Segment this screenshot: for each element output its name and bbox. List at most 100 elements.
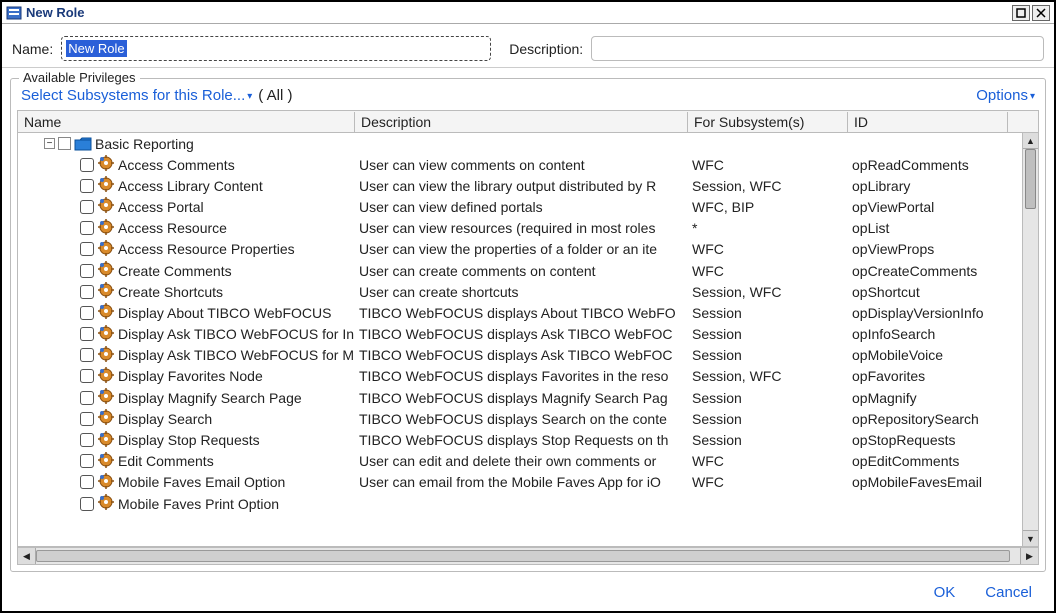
col-header-id[interactable]: ID xyxy=(848,112,1008,132)
table-body: − Basic Reporting Access Comments User ca… xyxy=(18,133,1038,546)
privilege-row[interactable]: Display About TIBCO WebFOCUSTIBCO WebFOC… xyxy=(18,302,1022,323)
col-header-name[interactable]: Name xyxy=(18,112,355,132)
description-input[interactable] xyxy=(591,36,1044,61)
fieldset-legend: Available Privileges xyxy=(19,70,140,85)
name-input[interactable]: New Role xyxy=(61,36,491,61)
privilege-checkbox[interactable] xyxy=(80,369,94,383)
privilege-checkbox[interactable] xyxy=(80,327,94,341)
privilege-checkbox[interactable] xyxy=(80,221,94,235)
privilege-name: Display Ask TIBCO WebFOCUS for In xyxy=(118,326,354,342)
privilege-description: User can view the library output distrib… xyxy=(355,178,688,194)
ok-button[interactable]: OK xyxy=(934,584,956,601)
privilege-description: User can view comments on content xyxy=(355,157,688,173)
privilege-checkbox[interactable] xyxy=(80,412,94,426)
options-dropdown[interactable]: Options xyxy=(976,87,1035,104)
privilege-row[interactable]: Mobile Faves Email Option User can email … xyxy=(18,472,1022,493)
privilege-icon xyxy=(98,409,114,428)
privilege-row[interactable]: Access ResourceUser can view resources (… xyxy=(18,218,1022,239)
privilege-name: Access Resource xyxy=(118,220,227,236)
scroll-thumb-vertical[interactable] xyxy=(1025,149,1036,209)
col-header-description[interactable]: Description xyxy=(355,112,688,132)
privilege-name: Access Comments xyxy=(118,157,235,173)
privileges-toolbar: Select Subsystems for this Role... ( All… xyxy=(11,79,1045,108)
privilege-name: Create Comments xyxy=(118,263,232,279)
privilege-row[interactable]: Display Magnify Search PageTIBCO WebFOCU… xyxy=(18,387,1022,408)
scroll-right-button[interactable]: ▶ xyxy=(1020,548,1038,564)
privilege-id: opStopRequests xyxy=(848,432,1008,448)
privilege-id: opLibrary xyxy=(848,178,1008,194)
privilege-name: Display Stop Requests xyxy=(118,432,260,448)
tree-collapse-icon[interactable]: − xyxy=(44,138,55,149)
horizontal-scrollbar[interactable]: ◀ ▶ xyxy=(17,547,1039,565)
new-role-dialog: New Role Name: New Role Description: Ava… xyxy=(0,0,1056,613)
privilege-row[interactable]: Mobile Faves Print Option xyxy=(18,493,1022,514)
privilege-row[interactable]: Access Library Content User can view the … xyxy=(18,175,1022,196)
privilege-row[interactable]: Display Ask TIBCO WebFOCUS for MTIBCO We… xyxy=(18,345,1022,366)
privilege-name: Create Shortcuts xyxy=(118,284,223,300)
privilege-subsystem: Session, WFC xyxy=(688,178,848,194)
privilege-checkbox[interactable] xyxy=(80,391,94,405)
privilege-row[interactable]: Access Comments User can view comments on… xyxy=(18,154,1022,175)
privilege-subsystem: Session xyxy=(688,411,848,427)
privilege-subsystem: WFC xyxy=(688,453,848,469)
privilege-subsystem: Session, WFC xyxy=(688,284,848,300)
privilege-id: opInfoSearch xyxy=(848,326,1008,342)
all-indicator: ( All ) xyxy=(258,87,292,104)
privilege-row[interactable]: Display Ask TIBCO WebFOCUS for InTIBCO W… xyxy=(18,324,1022,345)
privilege-checkbox[interactable] xyxy=(80,285,94,299)
privilege-checkbox[interactable] xyxy=(80,348,94,362)
privilege-row[interactable]: Access PortalUser can view defined porta… xyxy=(18,196,1022,217)
vertical-scrollbar[interactable]: ▲ ▼ xyxy=(1022,133,1038,546)
group-label: Basic Reporting xyxy=(95,136,194,152)
privilege-checkbox[interactable] xyxy=(80,242,94,256)
privilege-checkbox[interactable] xyxy=(80,475,94,489)
privilege-checkbox[interactable] xyxy=(80,179,94,193)
privilege-name: Mobile Faves Email Option xyxy=(118,474,285,490)
privilege-row[interactable]: Display Stop RequestsTIBCO WebFOCUS disp… xyxy=(18,429,1022,450)
privilege-id: opReadComments xyxy=(848,157,1008,173)
group-row-basic-reporting[interactable]: − Basic Reporting xyxy=(18,133,1022,154)
privilege-row[interactable]: Display Favorites NodeTIBCO WebFOCUS dis… xyxy=(18,366,1022,387)
privilege-description: User can create shortcuts xyxy=(355,284,688,300)
maximize-button[interactable] xyxy=(1012,5,1030,21)
col-header-subsystem[interactable]: For Subsystem(s) xyxy=(688,112,848,132)
privilege-checkbox[interactable] xyxy=(80,454,94,468)
privilege-name: Access Library Content xyxy=(118,178,263,194)
cancel-button[interactable]: Cancel xyxy=(985,584,1032,601)
privilege-subsystem: Session xyxy=(688,347,848,363)
privilege-icon xyxy=(98,431,114,450)
privilege-id: opFavorites xyxy=(848,368,1008,384)
privilege-checkbox[interactable] xyxy=(80,200,94,214)
privilege-icon xyxy=(98,240,114,259)
privilege-checkbox[interactable] xyxy=(80,497,94,511)
privilege-checkbox[interactable] xyxy=(80,433,94,447)
privilege-id: opViewPortal xyxy=(848,199,1008,215)
privilege-row[interactable]: Edit CommentsUser can edit and delete th… xyxy=(18,451,1022,472)
privilege-icon xyxy=(98,282,114,301)
form-row: Name: New Role Description: xyxy=(2,24,1054,68)
privilege-description: TIBCO WebFOCUS displays Ask TIBCO WebFOC xyxy=(355,326,688,342)
privilege-id: opDisplayVersionInfo xyxy=(848,305,1008,321)
scroll-up-button[interactable]: ▲ xyxy=(1023,133,1038,149)
privilege-subsystem: Session xyxy=(688,326,848,342)
privilege-checkbox[interactable] xyxy=(80,264,94,278)
privilege-icon xyxy=(98,367,114,386)
scroll-left-button[interactable]: ◀ xyxy=(18,548,36,564)
group-checkbox[interactable] xyxy=(58,137,71,150)
privilege-row[interactable]: Access Resource PropertiesUser can view … xyxy=(18,239,1022,260)
privilege-row[interactable]: Display SearchTIBCO WebFOCUS displays Se… xyxy=(18,408,1022,429)
select-subsystems-dropdown[interactable]: Select Subsystems for this Role... xyxy=(21,87,252,104)
privilege-row[interactable]: Create Shortcuts User can create shortcut… xyxy=(18,281,1022,302)
privilege-icon xyxy=(98,197,114,216)
scroll-thumb-horizontal[interactable] xyxy=(36,550,1010,562)
privilege-icon xyxy=(98,261,114,280)
scroll-down-button[interactable]: ▼ xyxy=(1023,530,1038,546)
privilege-subsystem: WFC xyxy=(688,157,848,173)
privilege-subsystem: WFC xyxy=(688,263,848,279)
privilege-checkbox[interactable] xyxy=(80,306,94,320)
privilege-icon xyxy=(98,452,114,471)
privilege-row[interactable]: Create CommentsUser can create comments … xyxy=(18,260,1022,281)
privilege-description: User can email from the Mobile Faves App… xyxy=(355,474,688,490)
privilege-checkbox[interactable] xyxy=(80,158,94,172)
close-button[interactable] xyxy=(1032,5,1050,21)
